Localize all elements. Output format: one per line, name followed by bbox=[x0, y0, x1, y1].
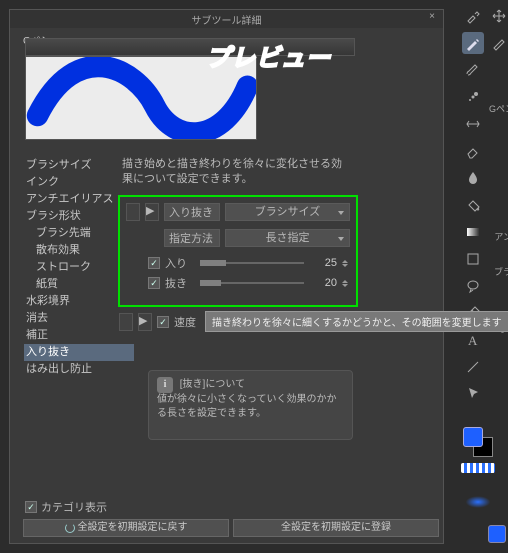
cat-ink[interactable]: インク bbox=[24, 174, 134, 191]
line-icon[interactable] bbox=[462, 356, 484, 378]
titlebar[interactable]: サブツール詳細 × bbox=[10, 10, 443, 28]
cat-taper[interactable]: 入り抜き bbox=[24, 344, 134, 361]
cat-overflow[interactable]: はみ出し防止 bbox=[24, 361, 134, 378]
figure-icon[interactable] bbox=[462, 248, 484, 270]
eraser-icon[interactable] bbox=[462, 140, 484, 162]
dynamics-btn-speed[interactable]: ▶ bbox=[138, 313, 152, 331]
eyedropper-icon[interactable] bbox=[462, 5, 484, 27]
show-toggle-speed[interactable] bbox=[119, 313, 133, 331]
register-defaults-button[interactable]: 全設定を初期設定に登録 bbox=[233, 519, 439, 537]
brush-icon[interactable] bbox=[462, 59, 484, 81]
color-swatch[interactable] bbox=[463, 427, 493, 457]
nuki-label: 抜き bbox=[165, 275, 195, 291]
opacity-indicator[interactable] bbox=[461, 463, 495, 473]
category-show-label: カテゴリ表示 bbox=[41, 499, 107, 515]
fg-color-swatch[interactable] bbox=[463, 427, 483, 447]
cursor-icon[interactable] bbox=[462, 383, 484, 405]
airbrush-icon[interactable] bbox=[462, 86, 484, 108]
subtool-detail-panel: サブツール詳細 × Gペン プレビュー 描き始めと描き終わりを徐々に変化させる効… bbox=[9, 9, 444, 544]
reset-label: 全設定を初期設定に戻す bbox=[78, 520, 188, 536]
show-toggle-1[interactable] bbox=[126, 203, 140, 221]
cat-erase[interactable]: 消去 bbox=[24, 310, 134, 327]
iri-label: 入り bbox=[165, 255, 195, 271]
preview-label-callout: プレビュー bbox=[206, 38, 331, 73]
info-title: [抜き]について bbox=[180, 379, 245, 390]
speed-checkbox[interactable]: ✓ bbox=[157, 316, 169, 328]
info-icon: i bbox=[157, 377, 173, 393]
pen-icon[interactable] bbox=[462, 32, 484, 54]
info-box: i [抜き]について 値が徐々に小さくなっていく効果のかかる長さを設定できます。 bbox=[148, 370, 353, 440]
decoration-icon[interactable] bbox=[462, 113, 484, 135]
info-body: 値が徐々に小さくなっていく効果のかかる長さを設定できます。 bbox=[157, 394, 337, 419]
balloon-icon[interactable] bbox=[462, 275, 484, 297]
spec-method-dropdown[interactable]: 長さ指定 bbox=[225, 229, 350, 247]
nuki-spinner[interactable] bbox=[342, 280, 350, 287]
taper-label: 入り抜き bbox=[164, 203, 220, 221]
tooltip: 描き終わりを徐々に細くするかどうかと、その範囲を変更します bbox=[205, 311, 508, 332]
dynamics-btn-1[interactable]: ▶ bbox=[145, 203, 159, 221]
cat-correction[interactable]: 補正 bbox=[24, 327, 134, 344]
register-label: 全設定を初期設定に登録 bbox=[281, 520, 391, 536]
iri-checkbox[interactable]: ✓ bbox=[148, 257, 160, 269]
brush-sample-icon bbox=[456, 495, 500, 509]
move-icon[interactable] bbox=[488, 5, 508, 27]
tool-palette-col1: A bbox=[462, 5, 486, 405]
subtool-label-gpen: Gペン bbox=[489, 102, 508, 115]
nuki-value[interactable]: 20 bbox=[309, 277, 337, 289]
iri-slider[interactable] bbox=[200, 260, 304, 266]
gradient-icon[interactable] bbox=[462, 221, 484, 243]
reset-defaults-button[interactable]: 全設定を初期設定に戻す bbox=[23, 519, 229, 537]
blend-icon[interactable] bbox=[462, 167, 484, 189]
highlighted-settings: ▶ 入り抜き ブラシサイズ 指定方法 長さ指定 ✓ 入り 25 ✓ 抜き 20 bbox=[118, 195, 358, 307]
fill-icon[interactable] bbox=[462, 194, 484, 216]
category-description: 描き始めと描き終わりを徐々に変化させる効果について設定できます。 bbox=[122, 157, 352, 188]
pencil-icon[interactable] bbox=[488, 32, 508, 54]
tool-palette-col2 bbox=[488, 5, 508, 54]
iri-value[interactable]: 25 bbox=[309, 257, 337, 269]
spec-method-label: 指定方法 bbox=[164, 229, 220, 247]
svg-text:A: A bbox=[468, 333, 478, 348]
subtool-label-an: アン bbox=[494, 230, 508, 243]
mini-color-swatch[interactable] bbox=[488, 525, 506, 543]
speed-label: 速度 bbox=[174, 314, 196, 330]
nuki-slider[interactable] bbox=[200, 280, 304, 286]
reset-icon bbox=[65, 523, 75, 533]
category-show-checkbox[interactable]: ✓ bbox=[25, 501, 37, 513]
nuki-checkbox[interactable]: ✓ bbox=[148, 277, 160, 289]
close-icon[interactable]: × bbox=[425, 11, 439, 25]
panel-title: サブツール詳細 bbox=[192, 12, 262, 27]
text-icon[interactable]: A bbox=[462, 329, 484, 351]
subtool-label-br: ブラ bbox=[494, 265, 508, 278]
iri-spinner[interactable] bbox=[342, 260, 350, 267]
cat-brush-size[interactable]: ブラシサイズ bbox=[24, 157, 134, 174]
taper-target-dropdown[interactable]: ブラシサイズ bbox=[225, 203, 350, 221]
